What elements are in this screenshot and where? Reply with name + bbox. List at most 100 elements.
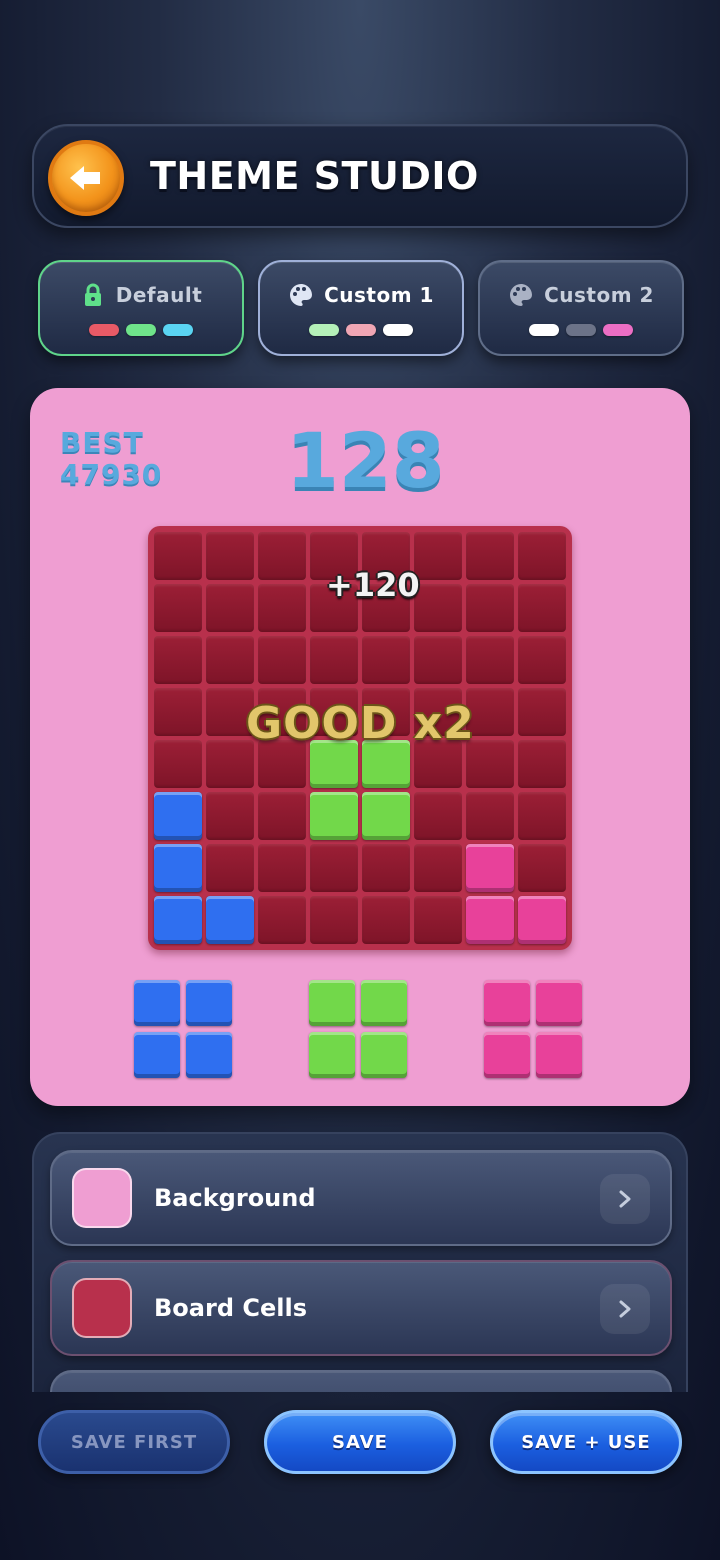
board-cell[interactable] <box>154 584 202 632</box>
board-cell[interactable] <box>414 896 462 944</box>
board-cell[interactable] <box>362 636 410 684</box>
placed-block-pink <box>518 896 566 944</box>
chevron-right-icon <box>600 1284 650 1334</box>
board-cell[interactable] <box>154 532 202 580</box>
swatch <box>383 324 413 336</box>
board-cell[interactable] <box>518 844 566 892</box>
chevron-right-icon <box>600 1174 650 1224</box>
board-cell[interactable] <box>518 792 566 840</box>
board-cell[interactable] <box>258 896 306 944</box>
page-title: THEME STUDIO <box>150 154 479 198</box>
setting-label: Board Cells <box>154 1294 307 1322</box>
piece-tray-slot-2[interactable] <box>309 980 409 1080</box>
swatch <box>529 324 559 336</box>
piece-block-pink <box>536 1032 582 1078</box>
swatch <box>89 324 119 336</box>
swatch <box>309 324 339 336</box>
board-cell[interactable] <box>206 844 254 892</box>
board-cell[interactable] <box>206 636 254 684</box>
swatch <box>163 324 193 336</box>
placed-block-pink <box>466 896 514 944</box>
theme-tab-label: Custom 2 <box>544 283 654 307</box>
board-cell[interactable] <box>466 792 514 840</box>
board-cell[interactable] <box>518 688 566 736</box>
board-cell[interactable] <box>414 584 462 632</box>
placed-block-blue <box>154 844 202 892</box>
piece-block-blue <box>134 1032 180 1078</box>
palette-icon <box>508 282 534 308</box>
lock-icon <box>80 282 106 308</box>
piece-block-green <box>309 980 355 1026</box>
theme-swatches <box>260 324 462 336</box>
best-label: BEST <box>60 426 144 459</box>
palette-icon <box>288 282 314 308</box>
board-cell[interactable] <box>154 740 202 788</box>
board-cell[interactable] <box>414 844 462 892</box>
board-cell[interactable] <box>154 688 202 736</box>
piece-block-pink <box>484 980 530 1026</box>
placed-block-pink <box>466 844 514 892</box>
setting-row-background[interactable]: Background <box>50 1150 672 1246</box>
theme-swatches <box>40 324 242 336</box>
piece-block-blue <box>134 980 180 1026</box>
board-cell[interactable] <box>518 532 566 580</box>
board-cell[interactable] <box>362 896 410 944</box>
piece-block-pink <box>484 1032 530 1078</box>
board-cell[interactable] <box>466 584 514 632</box>
board-cell[interactable] <box>414 636 462 684</box>
board-cell[interactable] <box>258 792 306 840</box>
board-cell[interactable] <box>258 584 306 632</box>
swatch <box>346 324 376 336</box>
theme-tab-custom-2[interactable]: Custom 2 <box>478 260 684 356</box>
board-cell[interactable] <box>466 636 514 684</box>
setting-label: Background <box>154 1184 316 1212</box>
placed-block-green <box>310 792 358 840</box>
theme-tab-label: Default <box>115 283 203 307</box>
board-cell[interactable] <box>206 532 254 580</box>
board-cell[interactable] <box>310 844 358 892</box>
piece-block-blue <box>186 980 232 1026</box>
theme-swatches <box>480 324 682 336</box>
theme-tab-default[interactable]: Default <box>38 260 244 356</box>
board-cell[interactable] <box>518 740 566 788</box>
floating-score: +120 <box>326 566 420 604</box>
board-cell[interactable] <box>310 896 358 944</box>
piece-block-green <box>361 980 407 1026</box>
piece-tray-slot-3[interactable] <box>484 980 584 1080</box>
board-cell[interactable] <box>362 844 410 892</box>
board-cell[interactable] <box>206 792 254 840</box>
piece-tray-slot-1[interactable] <box>134 980 234 1080</box>
setting-row-partial[interactable] <box>50 1370 672 1392</box>
board-cell[interactable] <box>258 532 306 580</box>
placed-block-blue <box>206 896 254 944</box>
arrow-left-icon <box>70 166 100 190</box>
swatch <box>603 324 633 336</box>
board-cell[interactable] <box>518 584 566 632</box>
placed-block-blue <box>154 896 202 944</box>
swatch <box>126 324 156 336</box>
board-cell[interactable] <box>414 792 462 840</box>
board-cell[interactable] <box>466 532 514 580</box>
board-cell[interactable] <box>518 636 566 684</box>
board-cell[interactable] <box>258 844 306 892</box>
setting-row-board-cells[interactable]: Board Cells <box>50 1260 672 1356</box>
theme-tab-custom-1[interactable]: Custom 1 <box>258 260 464 356</box>
swatch <box>566 324 596 336</box>
color-swatch <box>72 1168 132 1228</box>
board-cell[interactable] <box>414 532 462 580</box>
board-cell[interactable] <box>310 636 358 684</box>
current-score: 128 <box>286 416 445 505</box>
save-button[interactable]: SAVE <box>264 1410 456 1474</box>
piece-block-green <box>309 1032 355 1078</box>
theme-tab-label: Custom 1 <box>324 283 434 307</box>
board-cell[interactable] <box>154 636 202 684</box>
piece-block-pink <box>536 980 582 1026</box>
piece-block-green <box>361 1032 407 1078</box>
board-cell[interactable] <box>206 584 254 632</box>
combo-banner: GOOD x2 <box>246 698 475 749</box>
back-button[interactable] <box>48 140 124 216</box>
board-cell[interactable] <box>258 636 306 684</box>
save-and-use-button[interactable]: SAVE + USE <box>490 1410 682 1474</box>
save-first-button[interactable]: SAVE FIRST <box>38 1410 230 1474</box>
color-settings-list: Background Board Cells <box>32 1132 688 1392</box>
